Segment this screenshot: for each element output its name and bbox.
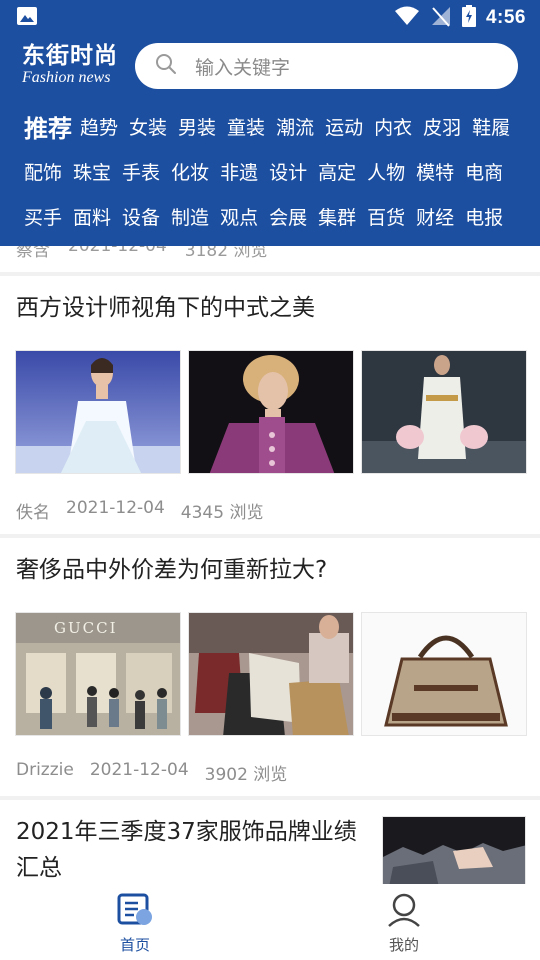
category-row-2: 配饰 珠宝 手表 化妆 非遗 设计 高定 人物 模特 电商 <box>0 149 540 194</box>
gallery-notification-icon <box>16 6 38 30</box>
monogram-duffel-bag-image <box>361 612 527 736</box>
logo-en-text: Fashion news <box>22 69 111 86</box>
article-thumbnails: GUCCI <box>15 612 527 736</box>
search-placeholder: 输入关键字 <box>195 56 291 79</box>
home-article-icon <box>116 893 154 932</box>
article-title[interactable]: 西方设计师视角下的中式之美 <box>16 290 315 326</box>
article-meta: Drizzie 2021-12-04 3902 浏览 <box>16 760 287 785</box>
search-input[interactable]: 输入关键字 <box>135 43 518 89</box>
wifi-icon <box>394 6 420 30</box>
category-item[interactable]: 童装 <box>227 113 265 140</box>
nav-mine[interactable]: 我的 <box>364 892 444 955</box>
category-grid: 推荐 趋势 女装 男装 童装 潮流 运动 内衣 皮羽 鞋履 配饰 珠宝 手表 化… <box>0 104 540 239</box>
category-item[interactable]: 模特 <box>416 158 454 185</box>
news-card[interactable]: 西方设计师视角下的中式之美 佚名 2021-12-04 4345 浏览 <box>0 276 540 534</box>
app-logo: 东街时尚 Fashion news <box>22 42 126 86</box>
handbags-shopping-image <box>188 612 354 736</box>
news-feed[interactable]: 蔡含 2021-12-04 3182 浏览 西方设计师视角下的中式之美 佚名 2… <box>0 246 540 884</box>
news-card[interactable]: 奢侈品中外价差为何重新拉大? GUCCI Drizzie 2021-12-04 … <box>0 538 540 796</box>
category-item[interactable]: 化妆 <box>171 158 209 185</box>
signal-off-icon <box>430 5 452 31</box>
status-bar: 4:56 <box>0 0 540 36</box>
article-thumbnails <box>15 350 527 474</box>
category-item[interactable]: 内衣 <box>374 113 412 140</box>
model-purple-qipao-image <box>188 350 354 474</box>
article-date: 2021-12-04 <box>68 246 167 256</box>
category-item[interactable]: 潮流 <box>276 113 314 140</box>
runway-model-white-dress-image <box>15 350 181 474</box>
article-views: 3182 浏览 <box>184 246 268 261</box>
category-item[interactable]: 电报 <box>465 203 503 230</box>
article-meta: 蔡含 2021-12-04 3182 浏览 <box>16 246 267 261</box>
category-row-3: 买手 面料 设备 制造 观点 会展 集群 百货 财经 电报 <box>0 194 540 239</box>
category-item[interactable]: 人物 <box>367 158 405 185</box>
article-title[interactable]: 2021年三季度37家服饰品牌业绩 汇总 <box>16 814 366 884</box>
nav-mine-label: 我的 <box>388 936 419 954</box>
article-views: 3902 浏览 <box>204 765 288 785</box>
category-item[interactable]: 女装 <box>129 113 167 140</box>
category-item[interactable]: 鞋履 <box>472 113 510 140</box>
category-item[interactable]: 观点 <box>220 203 258 230</box>
article-meta: 佚名 2021-12-04 4345 浏览 <box>16 498 263 523</box>
category-item[interactable]: 手表 <box>122 158 160 185</box>
article-title-line2: 汇总 <box>16 855 62 881</box>
category-recommend[interactable]: 推荐 <box>24 109 72 144</box>
gucci-storefront-image: GUCCI <box>15 612 181 736</box>
article-author: 蔡含 <box>16 246 50 261</box>
article-author: Drizzie <box>16 760 74 780</box>
category-item[interactable]: 设计 <box>269 158 307 185</box>
category-item[interactable]: 皮羽 <box>423 113 461 140</box>
category-item[interactable]: 集群 <box>318 203 356 230</box>
category-item[interactable]: 制造 <box>171 203 209 230</box>
clothing-rack-image <box>382 816 526 884</box>
logo-cn-text: 东街时尚 <box>22 42 118 69</box>
category-item[interactable]: 高定 <box>318 158 356 185</box>
nav-home-label: 首页 <box>119 936 150 954</box>
gucci-storefront-sign: GUCCI <box>54 619 118 637</box>
category-item[interactable]: 电商 <box>465 158 503 185</box>
news-card-partial[interactable]: 蔡含 2021-12-04 3182 浏览 <box>0 246 540 272</box>
article-title-line1: 2021年三季度37家服饰品牌业绩 <box>16 819 357 845</box>
category-row-1: 推荐 趋势 女装 男装 童装 潮流 运动 内衣 皮羽 鞋履 <box>0 104 540 149</box>
app-header: 4:56 东街时尚 Fashion news 输入关键字 推荐 趋势 女装 男装… <box>0 0 540 246</box>
article-author: 佚名 <box>16 503 50 523</box>
category-item[interactable]: 财经 <box>416 203 454 230</box>
nav-home[interactable]: 首页 <box>95 892 175 955</box>
category-item[interactable]: 配饰 <box>24 158 62 185</box>
article-date: 2021-12-04 <box>89 760 189 780</box>
news-card[interactable]: 2021年三季度37家服饰品牌业绩 汇总 <box>0 800 540 884</box>
article-date: 2021-12-04 <box>66 498 165 518</box>
category-item[interactable]: 面料 <box>73 203 111 230</box>
runway-model-fur-coat-image <box>361 350 527 474</box>
search-icon <box>155 53 177 79</box>
category-item[interactable]: 会展 <box>269 203 307 230</box>
category-item[interactable]: 运动 <box>325 113 363 140</box>
category-item[interactable]: 珠宝 <box>73 158 111 185</box>
article-views: 4345 浏览 <box>180 503 264 523</box>
category-item[interactable]: 百货 <box>367 203 405 230</box>
category-item[interactable]: 男装 <box>178 113 216 140</box>
category-item[interactable]: 设备 <box>122 203 160 230</box>
article-title[interactable]: 奢侈品中外价差为何重新拉大? <box>16 552 327 588</box>
category-item[interactable]: 趋势 <box>80 113 118 140</box>
category-item[interactable]: 非遗 <box>220 158 258 185</box>
user-profile-icon <box>386 893 422 932</box>
status-time: 4:56 <box>485 7 526 28</box>
bottom-navigation: 首页 我的 <box>0 884 540 960</box>
category-item[interactable]: 买手 <box>24 203 62 230</box>
battery-charging-icon <box>461 5 476 31</box>
